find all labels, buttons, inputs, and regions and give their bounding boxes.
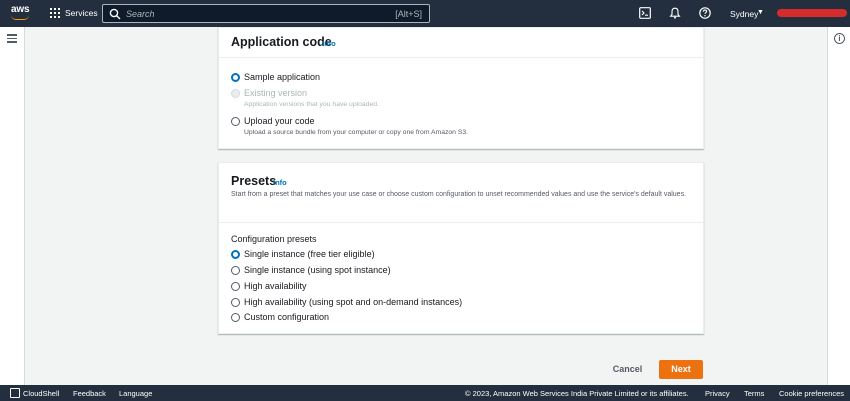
aws-logo[interactable]: aws <box>11 4 31 22</box>
footer-feedback-link[interactable]: Feedback <box>73 389 106 398</box>
radio-desc-upload-your-code: Upload a source bundle from your compute… <box>244 129 469 136</box>
top-navigation: aws Services Search [Alt+S] Sydney ▼ <box>0 0 850 27</box>
next-button[interactable]: Next <box>659 360 703 379</box>
help-icon[interactable] <box>699 7 711 19</box>
footer-copyright: © 2023, Amazon Web Services India Privat… <box>465 389 689 398</box>
cloudshell-footer-icon[interactable] <box>10 388 20 398</box>
radio-preset-high-availability-spot[interactable] <box>231 298 240 307</box>
radio-upload-your-code[interactable] <box>231 117 240 126</box>
footer-cloudshell-link[interactable]: CloudShell <box>23 389 59 398</box>
presets-description: Start from a preset that matches your us… <box>231 191 687 198</box>
radio-preset-single-instance-spot[interactable] <box>231 266 240 275</box>
configuration-presets-label: Configuration presets <box>231 234 317 244</box>
account-menu[interactable] <box>777 9 847 17</box>
presets-title: Presets <box>231 174 277 188</box>
presets-panel: Presets Info Start from a preset that ma… <box>218 162 704 334</box>
menu-icon[interactable] <box>7 34 17 43</box>
footer-terms-link[interactable]: Terms <box>744 389 764 398</box>
region-selector[interactable]: Sydney <box>730 9 758 19</box>
radio-label-existing-version: Existing version <box>244 88 308 98</box>
divider <box>219 57 703 58</box>
radio-desc-existing-version: Application versions that you have uploa… <box>244 101 379 108</box>
footer-cookie-preferences-link[interactable]: Cookie preferences <box>779 389 844 398</box>
cancel-button[interactable]: Cancel <box>605 361 650 377</box>
divider <box>219 222 703 223</box>
aws-smile-icon <box>11 15 29 20</box>
grid-icon <box>50 8 60 18</box>
radio-existing-version <box>231 89 240 98</box>
radio-label-preset-single-instance-spot: Single instance (using spot instance) <box>244 265 391 275</box>
search-shortcut: [Alt+S] <box>395 8 422 19</box>
bell-icon[interactable] <box>669 7 681 19</box>
application-code-info-link[interactable]: Info <box>322 39 336 48</box>
footer-privacy-link[interactable]: Privacy <box>705 389 730 398</box>
radio-label-sample-application: Sample application <box>244 72 321 82</box>
right-sidebar: i <box>827 27 850 385</box>
search-input[interactable]: Search [Alt+S] <box>102 4 430 23</box>
left-sidebar <box>0 27 25 385</box>
caret-down-icon[interactable]: ▼ <box>757 9 764 16</box>
radio-label-upload-your-code: Upload your code <box>244 116 315 126</box>
radio-label-preset-single-instance: Single instance (free tier eligible) <box>244 249 375 259</box>
radio-preset-high-availability[interactable] <box>231 282 240 291</box>
radio-label-preset-high-availability: High availability <box>244 281 307 291</box>
radio-sample-application[interactable] <box>231 73 240 82</box>
search-placeholder: Search <box>126 8 155 19</box>
application-code-title: Application code <box>231 35 332 49</box>
footer-language-link[interactable]: Language <box>119 389 152 398</box>
info-panel-icon[interactable]: i <box>834 33 845 44</box>
radio-label-preset-custom-configuration: Custom configuration <box>244 312 330 322</box>
radio-preset-single-instance[interactable] <box>231 250 240 259</box>
footer: CloudShell Feedback Language © 2023, Ama… <box>0 385 850 401</box>
services-label: Services <box>65 8 98 18</box>
presets-info-link[interactable]: Info <box>273 178 287 187</box>
radio-preset-custom-configuration[interactable] <box>231 313 240 322</box>
aws-logo-text: aws <box>11 4 30 15</box>
search-icon <box>109 8 121 19</box>
services-menu-button[interactable]: Services <box>50 8 98 18</box>
radio-label-preset-high-availability-spot: High availability (using spot and on-dem… <box>244 297 463 307</box>
application-code-panel: Application code Info Sample application… <box>218 27 704 149</box>
cloudshell-icon[interactable] <box>639 7 651 19</box>
